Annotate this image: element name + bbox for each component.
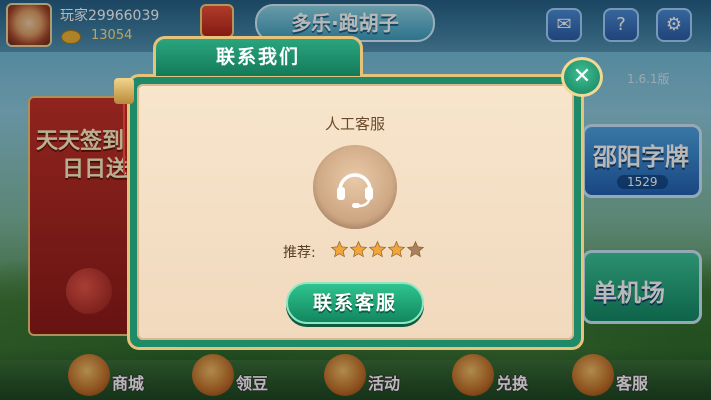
dialog-title: 联系我们 [215,46,300,68]
rating-stars [330,240,425,263]
star-filled-icon [368,240,387,258]
star-filled-icon [349,240,368,258]
customer-service-icon [313,145,397,229]
star-filled-icon [330,240,349,258]
close-icon: ✕ [572,64,592,89]
star-empty-icon [406,240,425,258]
rating-label: 推荐: [283,245,316,261]
close-button[interactable]: ✕ [561,57,603,97]
contact-us-modal: 联系我们 ✕ 人工客服 推荐: 联系客服 [0,0,711,400]
contact-button-label: 联系客服 [312,292,397,314]
lantern-tassel [123,104,125,174]
dialog-title-tab: 联系我们 [153,36,363,76]
contact-service-button[interactable]: 联系客服 [286,282,424,324]
service-type-label: 人工客服 [324,115,385,133]
lantern-icon [114,78,134,104]
star-filled-icon [387,240,406,258]
headset-icon [337,173,373,208]
